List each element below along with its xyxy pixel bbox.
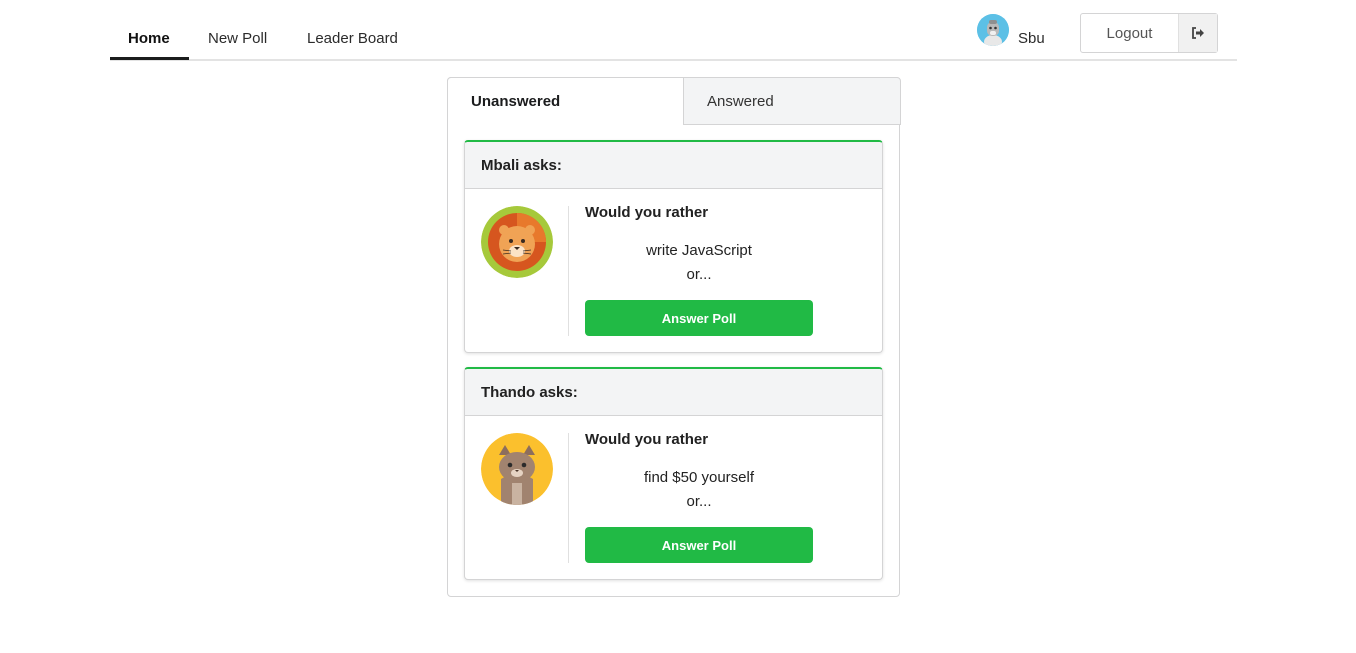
tab-unanswered[interactable]: Unanswered (447, 77, 684, 125)
tab-answered[interactable]: Answered (683, 77, 901, 125)
logout-label: Logout (1106, 24, 1153, 42)
answer-poll-button[interactable]: Answer Poll (585, 527, 813, 563)
lion-avatar-icon (481, 206, 553, 278)
card-divider (568, 206, 569, 336)
poll-option-one: write JavaScript (646, 242, 752, 259)
user-avatar-icon (977, 14, 1009, 46)
nav-active-underline (110, 57, 189, 60)
poll-card: Mbali asks: Would you rather write JavaS… (464, 140, 883, 353)
nav-leader-board[interactable]: Leader Board (307, 30, 398, 47)
poll-author-heading: Thando asks: (465, 369, 882, 416)
sign-out-icon (1178, 14, 1217, 52)
poll-prompt: Would you rather (585, 204, 709, 221)
top-nav: Home New Poll Leader Board Sbu Logout (110, 0, 1237, 61)
poll-author-heading: Mbali asks: (465, 142, 882, 189)
answer-poll-button[interactable]: Answer Poll (585, 300, 813, 336)
poll-prompt: Would you rather (585, 431, 709, 448)
logout-button[interactable]: Logout (1080, 13, 1218, 53)
poll-or-text: or... (686, 266, 712, 283)
cat-avatar-icon (481, 433, 553, 505)
user-name: Sbu (1018, 30, 1045, 47)
nav-new-poll[interactable]: New Poll (208, 30, 267, 47)
nav-home[interactable]: Home (128, 30, 170, 47)
poll-or-text: or... (686, 493, 712, 510)
poll-option-one: find $50 yourself (643, 469, 755, 486)
card-divider (568, 433, 569, 563)
polls-panel: Unanswered Answered Mbali asks: Would yo… (447, 77, 901, 597)
poll-card: Thando asks: Would you rather find $50 y… (464, 367, 883, 580)
